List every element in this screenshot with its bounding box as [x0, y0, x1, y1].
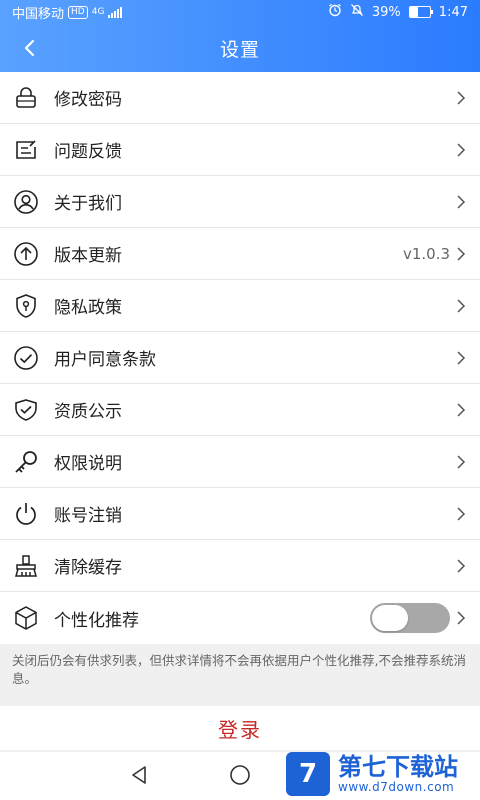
status-bar: 中国移动 HD 4G 39% 1:47	[0, 0, 480, 24]
battery-percent: 39%	[371, 4, 401, 20]
carrier-name: 中国移动	[12, 6, 65, 22]
watermark-title: 第七下载站	[338, 753, 458, 781]
settings-item-label: 修改密码	[54, 90, 122, 110]
settings-item-label: 权限说明	[54, 454, 122, 474]
clock-time: 1:47	[438, 4, 468, 20]
settings-item-label: 清除缓存	[54, 558, 122, 578]
nav-bar: 设置	[0, 24, 480, 72]
chevron-right-icon	[454, 558, 468, 573]
settings-item-delete-account[interactable]: 账号注销	[0, 488, 480, 540]
chevron-right-icon	[454, 402, 468, 417]
chevron-right-icon	[454, 142, 468, 157]
settings-item-clear-cache[interactable]: 清除缓存	[0, 540, 480, 592]
user-icon	[12, 188, 40, 216]
settings-item-privacy-policy[interactable]: 隐私政策	[0, 280, 480, 332]
settings-item-about-us[interactable]: 关于我们	[0, 176, 480, 228]
watermark-url: www.d7down.com	[338, 780, 455, 794]
status-left: 中国移动 HD 4G	[12, 3, 123, 22]
settings-item-feedback[interactable]: 问题反馈	[0, 124, 480, 176]
chevron-right-icon	[454, 611, 468, 625]
watermark-logo: 7	[286, 752, 330, 796]
network-type: 4G	[91, 7, 105, 17]
broom-icon	[12, 552, 40, 580]
status-right: 39% 1:47	[328, 3, 468, 21]
settings-item-label: 关于我们	[54, 194, 122, 214]
login-button[interactable]: 登录	[218, 714, 262, 743]
watermark-text: 第七下载站 www.d7down.com	[338, 754, 458, 794]
settings-item-label: 账号注销	[54, 506, 122, 526]
settings-list: 修改密码 问题反馈 关于我们 版本更新 v1.0.3 隐私政策 用户同意条款 资…	[0, 72, 480, 644]
settings-item-permissions[interactable]: 权限说明	[0, 436, 480, 488]
feedback-icon	[12, 136, 40, 164]
check-circle-icon	[12, 344, 40, 372]
chevron-right-icon	[454, 506, 468, 521]
lock-icon	[12, 84, 40, 112]
nav-back-icon[interactable]	[124, 760, 154, 790]
shield-lock-icon	[12, 292, 40, 320]
recommendation-note: 关闭后仍会有供求列表，但供求详情将不会再依据用户个性化推荐,不会推荐系统消息。	[0, 644, 480, 698]
version-value: v1.0.3	[402, 244, 450, 263]
signal-icon	[108, 6, 123, 18]
chevron-right-icon	[454, 194, 468, 209]
page-title: 设置	[219, 38, 260, 61]
settings-item-label: 用户同意条款	[54, 350, 156, 370]
settings-item-label: 问题反馈	[54, 142, 122, 162]
settings-item-label: 隐私政策	[54, 298, 122, 318]
settings-item-version-update[interactable]: 版本更新 v1.0.3	[0, 228, 480, 280]
shield-check-icon	[12, 396, 40, 424]
mute-icon	[350, 3, 364, 21]
watermark: 7 第七下载站 www.d7down.com	[286, 748, 480, 800]
settings-item-label: 版本更新	[54, 246, 122, 266]
battery-icon	[408, 6, 433, 18]
chevron-right-icon	[454, 350, 468, 365]
chevron-left-icon	[24, 39, 35, 57]
upload-arrow-icon	[12, 240, 40, 268]
settings-item-qualification[interactable]: 资质公示	[0, 384, 480, 436]
settings-item-change-password[interactable]: 修改密码	[0, 72, 480, 124]
toggle-knob	[372, 605, 408, 631]
settings-item-personalized-recommendation: 个性化推荐	[0, 592, 480, 644]
power-icon	[12, 500, 40, 528]
chevron-right-icon	[454, 454, 468, 469]
key-icon	[12, 448, 40, 476]
settings-item-user-agreement[interactable]: 用户同意条款	[0, 332, 480, 384]
settings-item-label: 个性化推荐	[54, 610, 139, 631]
cube-icon	[12, 604, 40, 632]
nav-home-icon[interactable]	[225, 760, 255, 790]
settings-item-label: 资质公示	[54, 402, 122, 422]
chevron-right-icon	[454, 90, 468, 105]
hd-badge: HD	[68, 5, 88, 19]
back-button[interactable]	[16, 34, 44, 62]
chevron-right-icon	[454, 298, 468, 313]
alarm-icon	[328, 3, 342, 21]
chevron-right-icon	[454, 246, 468, 261]
personalized-recommendation-toggle[interactable]	[370, 603, 450, 633]
header: 中国移动 HD 4G 39% 1:47 设置	[0, 0, 480, 72]
login-bar: 登录	[0, 706, 480, 750]
